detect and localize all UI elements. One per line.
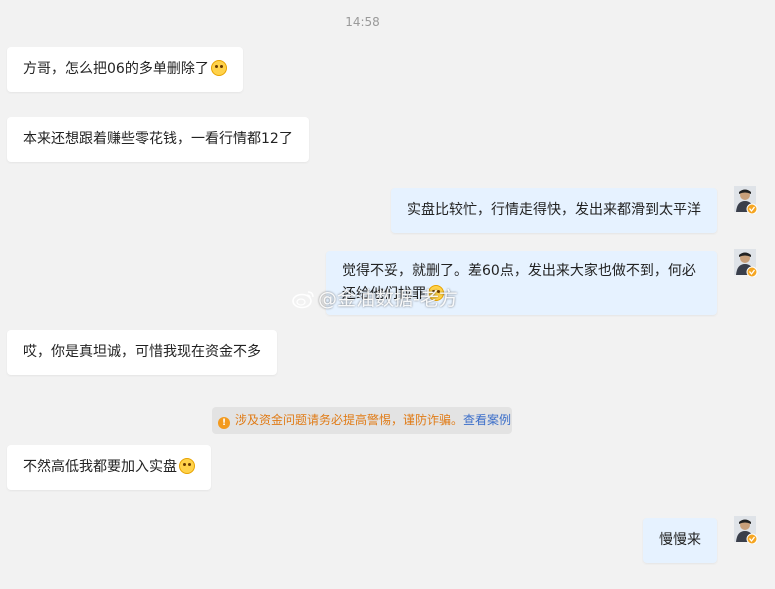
message-bubble-outgoing[interactable]: 实盘比较忙，行情走得快，发出来都滑到太平洋 [391,188,717,233]
view-cases-link[interactable]: 查看案例 [463,413,511,427]
message-bubble-outgoing[interactable]: 慢慢来 [643,518,717,563]
grinning-emoji-icon [428,285,444,301]
message-text: 实盘比较忙，行情走得快，发出来都滑到太平洋 [407,202,701,218]
message-bubble-incoming[interactable]: 本来还想跟着赚些零花钱，一看行情都12了 [7,117,309,162]
message-bubble-incoming[interactable]: 方哥，怎么把06的多单删除了 [7,47,243,92]
laughing-emoji-icon [179,458,195,474]
user-avatar[interactable] [734,249,758,277]
user-avatar[interactable] [734,516,758,544]
weibo-logo-icon [292,291,314,309]
verified-badge-icon [746,203,758,214]
verified-badge-icon [746,266,758,277]
timestamp: 14:58 [345,15,380,29]
message-text: 哎，你是真坦诚，可惜我现在资金不多 [23,344,261,360]
fraud-warning-banner: ! 涉及资金问题请务必提高警惕，谨防诈骗。查看案例 [212,407,512,434]
message-bubble-outgoing[interactable]: 觉得不妥，就删了。差60点，发出来大家也做不到，何必 还给他们找罪 [326,251,717,315]
warning-text: 涉及资金问题请务必提高警惕，谨防诈骗。 [235,413,464,427]
message-text: 慢慢来 [659,532,701,548]
message-text: 方哥，怎么把06的多单删除了 [23,61,209,77]
message-text-line: 觉得不妥，就删了。差60点，发出来大家也做不到，何必 [342,263,696,279]
crying-laughing-emoji-icon [210,60,227,76]
user-avatar[interactable] [734,186,758,214]
message-bubble-incoming[interactable]: 哎，你是真坦诚，可惜我现在资金不多 [7,330,277,375]
message-text: 本来还想跟着赚些零花钱，一看行情都12了 [23,131,293,147]
message-text-line: 还给他们找罪 [342,286,426,302]
message-bubble-incoming[interactable]: 不然高低我都要加入实盘 [7,445,211,490]
message-text: 不然高低我都要加入实盘 [23,459,177,475]
warning-icon: ! [218,417,230,429]
verified-badge-icon [746,533,758,544]
